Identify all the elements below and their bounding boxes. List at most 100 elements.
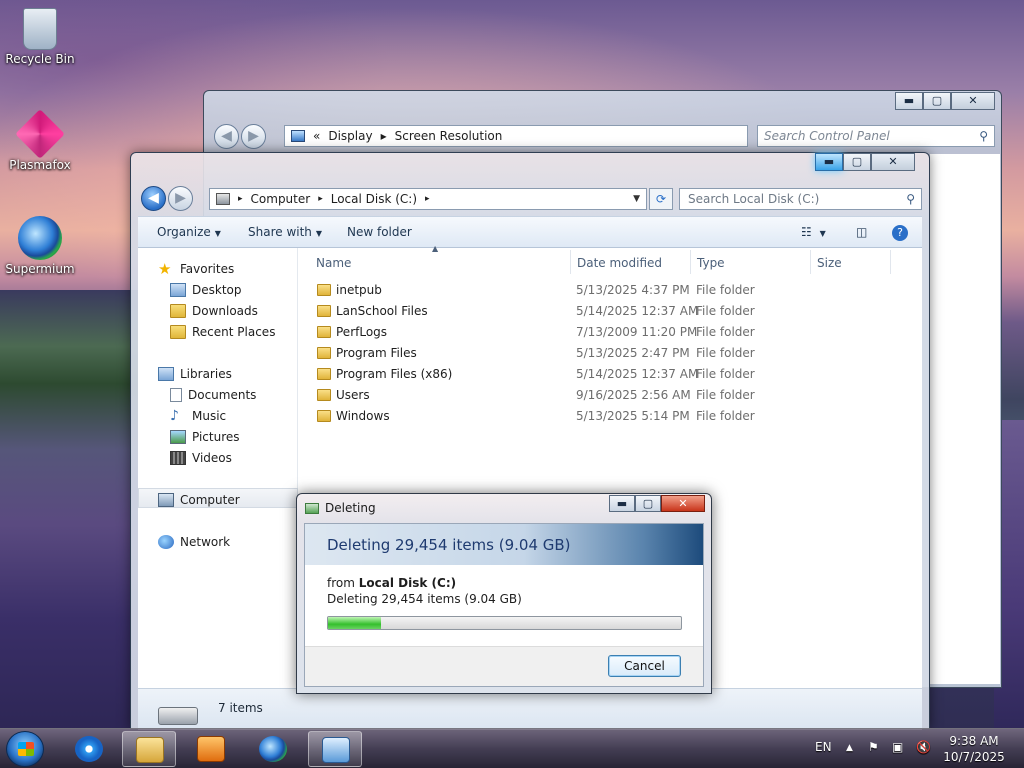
- wallpaper-landscape: [0, 290, 140, 760]
- column-name[interactable]: Name: [316, 256, 351, 270]
- organize-button[interactable]: Organize ▼: [157, 225, 221, 239]
- sidebar-item-downloads[interactable]: Downloads: [170, 304, 258, 318]
- table-row[interactable]: LanSchool Files 5/14/2025 12:37 AM File fo…: [298, 301, 922, 322]
- file-explorer-icon: [136, 737, 164, 763]
- refresh-button[interactable]: ⟳: [649, 188, 673, 210]
- close-button[interactable]: ✕: [871, 153, 915, 171]
- address-bar[interactable]: ▸ Computer ▸ Local Disk (C:) ▸ ▼: [209, 188, 647, 210]
- view-options-icon[interactable]: ☷ ▼: [801, 225, 826, 239]
- deleting-dialog[interactable]: Deleting ▬ ▢ ✕ Deleting 29,454 items (9.…: [296, 493, 712, 694]
- chevron-down-icon[interactable]: ▼: [633, 189, 640, 209]
- search-icon[interactable]: ⚲: [979, 126, 988, 146]
- close-button[interactable]: ✕: [951, 92, 995, 110]
- maximize-button[interactable]: ▢: [843, 153, 871, 171]
- address-bar[interactable]: « Display ▸ Screen Resolution: [284, 125, 748, 147]
- sidebar-item-network[interactable]: Network: [158, 535, 230, 549]
- action-center-icon[interactable]: ⚑: [868, 740, 879, 754]
- help-icon[interactable]: ?: [892, 225, 908, 241]
- preview-pane-icon[interactable]: ◫: [856, 225, 867, 239]
- table-row[interactable]: Users 9/16/2025 2:56 AM File folder: [298, 385, 922, 406]
- sort-ascending-icon: ▲: [432, 244, 439, 253]
- breadcrumb-separator[interactable]: ▸: [318, 189, 323, 209]
- back-button[interactable]: ◀: [141, 186, 166, 211]
- table-row[interactable]: Program Files (x86) 5/14/2025 12:37 AM Fil…: [298, 364, 922, 385]
- forward-button[interactable]: ▶: [168, 186, 193, 211]
- maximize-button[interactable]: ▢: [635, 495, 661, 512]
- taskbar-explorer[interactable]: [122, 731, 176, 767]
- recycle-bin-icon: [23, 8, 57, 50]
- column-divider[interactable]: [690, 250, 691, 274]
- desktop-icon-recycle-bin[interactable]: Recycle Bin: [0, 8, 80, 66]
- taskbar-control-panel[interactable]: [308, 731, 362, 767]
- column-headers: Name ▲ Date modified Type Size: [298, 244, 922, 276]
- breadcrumb-overflow[interactable]: «: [313, 126, 320, 146]
- maximize-button[interactable]: ▢: [923, 92, 951, 110]
- column-divider[interactable]: [810, 250, 811, 274]
- breadcrumb-display[interactable]: Display: [328, 126, 372, 146]
- cancel-button[interactable]: Cancel: [608, 655, 681, 677]
- sidebar-item-computer[interactable]: Computer: [158, 493, 240, 507]
- desktop-icon-label: Recycle Bin: [5, 52, 75, 66]
- column-date-modified[interactable]: Date modified: [577, 256, 662, 270]
- search-icon[interactable]: ⚲: [906, 189, 915, 209]
- network-icon[interactable]: ▣: [892, 740, 903, 754]
- source-line: from Local Disk (C:): [327, 576, 457, 590]
- column-type[interactable]: Type: [697, 256, 725, 270]
- close-button[interactable]: ✕: [661, 495, 705, 512]
- taskbar-ie[interactable]: [62, 731, 116, 767]
- drive-icon: [158, 707, 198, 725]
- breadcrumb-root-arrow[interactable]: ▸: [238, 189, 243, 209]
- column-divider[interactable]: [890, 250, 891, 274]
- minimize-button[interactable]: ▬: [609, 495, 635, 512]
- folder-icon: [317, 368, 331, 380]
- folder-icon: [317, 305, 331, 317]
- drive-icon: [216, 193, 230, 205]
- sidebar-item-music[interactable]: ♪ Music: [170, 409, 226, 423]
- sidebar-item-desktop[interactable]: Desktop: [170, 283, 242, 297]
- minimize-button[interactable]: ▬: [815, 153, 843, 171]
- language-indicator[interactable]: EN: [815, 740, 832, 754]
- computer-icon: [158, 493, 174, 507]
- breadcrumb-computer[interactable]: Computer: [251, 189, 311, 209]
- volume-icon[interactable]: 🔇: [916, 740, 931, 754]
- new-folder-button[interactable]: New folder: [347, 225, 412, 239]
- column-size[interactable]: Size: [817, 256, 842, 270]
- plasmafox-icon: [15, 109, 65, 159]
- taskbar-media-player[interactable]: [184, 731, 238, 767]
- folder-icon: [317, 326, 331, 338]
- table-row[interactable]: Program Files 5/13/2025 2:47 PM File folde…: [298, 343, 922, 364]
- search-control-panel-input[interactable]: Search Control Panel ⚲: [757, 125, 995, 147]
- sidebar-item-videos[interactable]: Videos: [170, 451, 232, 465]
- sidebar-item-documents[interactable]: Documents: [170, 388, 256, 402]
- control-panel-icon: [322, 737, 350, 763]
- source-name: Local Disk (C:): [358, 576, 457, 590]
- column-divider[interactable]: [570, 250, 571, 274]
- desktop-icon-supermium[interactable]: Supermium: [0, 216, 80, 276]
- table-row[interactable]: inetpub 5/13/2025 4:37 PM File folder: [298, 280, 922, 301]
- breadcrumb-screen-resolution[interactable]: Screen Resolution: [395, 126, 503, 146]
- minimize-button[interactable]: ▬: [895, 92, 923, 110]
- breadcrumb-local-disk[interactable]: Local Disk (C:): [331, 189, 417, 209]
- sidebar-item-libraries[interactable]: Libraries: [158, 367, 232, 381]
- caption-buttons: ▬ ▢ ✕: [895, 92, 995, 110]
- nav-buttons: ◀ ▶: [214, 124, 266, 149]
- desktop-icon-plasmafox[interactable]: Plasmafox: [0, 109, 80, 172]
- show-hidden-icons-icon[interactable]: ▲: [846, 743, 853, 753]
- table-row[interactable]: PerfLogs 7/13/2009 11:20 PM File folder: [298, 322, 922, 343]
- breadcrumb-separator[interactable]: ▸: [425, 189, 430, 209]
- supermium-icon: [259, 736, 287, 762]
- status-bar: 7 items: [138, 688, 922, 730]
- table-row[interactable]: Windows 5/13/2025 5:14 PM File folder: [298, 406, 922, 427]
- start-button[interactable]: [6, 731, 44, 767]
- clock[interactable]: 9:38 AM 10/7/2025: [936, 733, 1012, 765]
- share-with-button[interactable]: Share with ▼: [248, 225, 322, 239]
- sidebar-item-recent-places[interactable]: Recent Places: [170, 325, 275, 339]
- sidebar-item-favorites[interactable]: ★ Favorites: [158, 262, 234, 277]
- sidebar-item-pictures[interactable]: Pictures: [170, 430, 240, 444]
- forward-button[interactable]: ▶: [241, 124, 266, 149]
- documents-icon: [170, 388, 182, 402]
- breadcrumb-separator[interactable]: ▸: [381, 126, 387, 146]
- taskbar-supermium[interactable]: [246, 731, 300, 767]
- back-button[interactable]: ◀: [214, 124, 239, 149]
- search-input[interactable]: Search Local Disk (C:) ⚲: [679, 188, 922, 210]
